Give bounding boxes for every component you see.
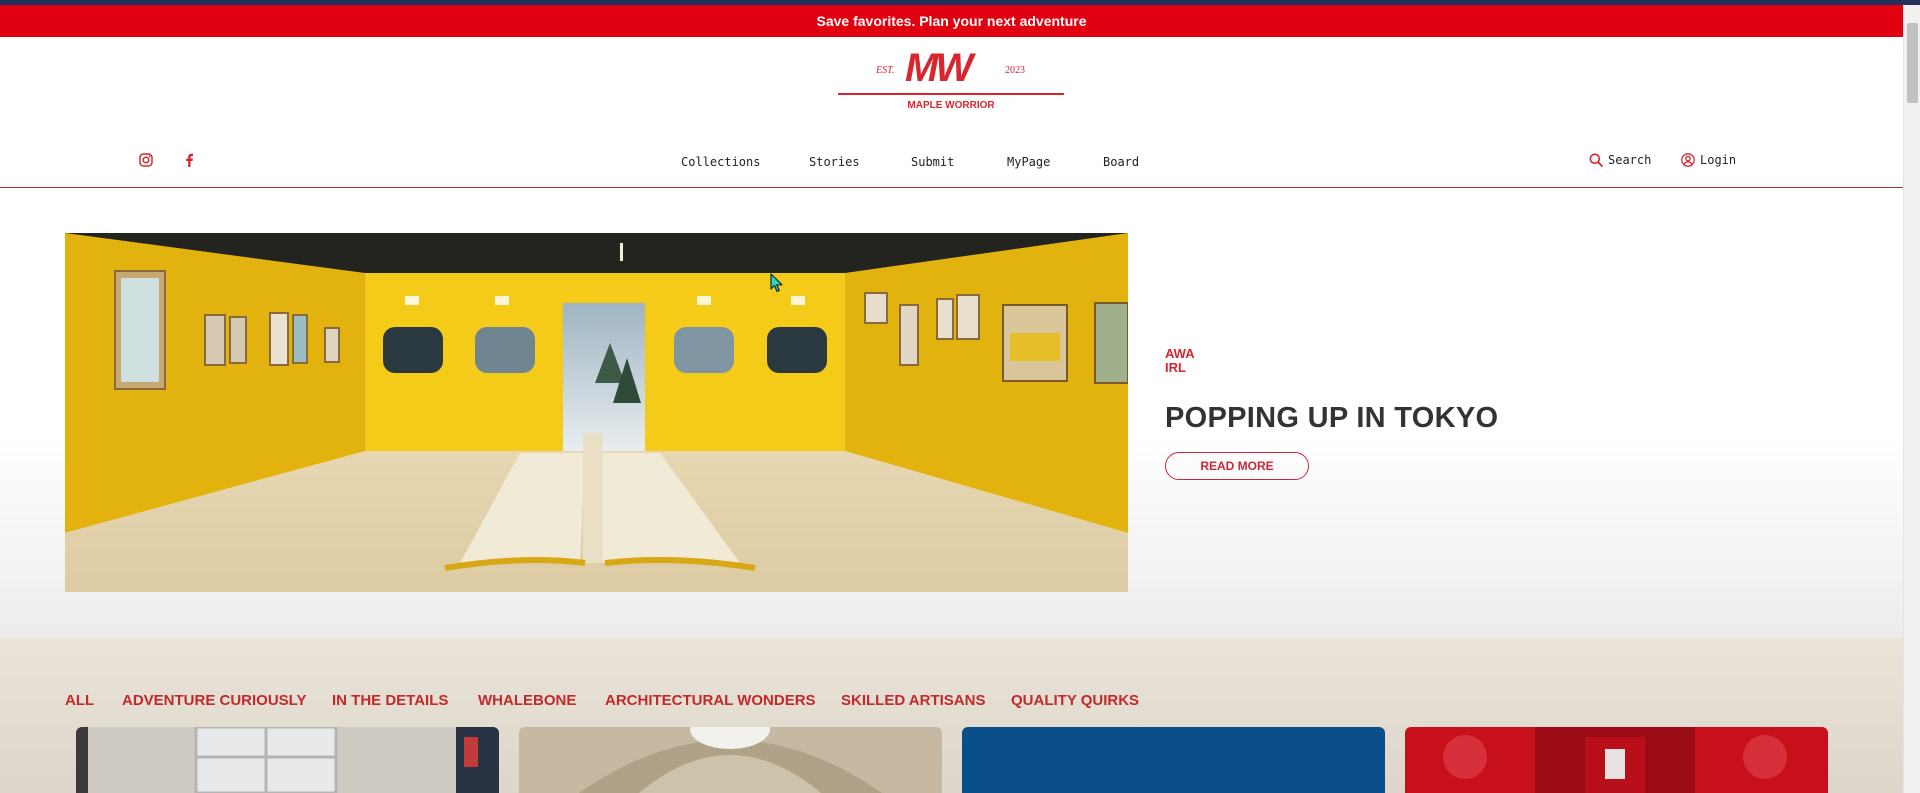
read-more-button[interactable]: READ MORE	[1165, 452, 1309, 480]
nav-collections[interactable]: Collections	[681, 155, 760, 169]
filter-architectural-wonders[interactable]: ARCHITECTURAL WONDERS	[605, 692, 816, 709]
story-card[interactable]	[76, 727, 499, 793]
filter-quality-quirks[interactable]: QUALITY QUIRKS	[1011, 692, 1139, 709]
logo-est: EST.	[876, 65, 895, 76]
facebook-icon[interactable]	[180, 151, 198, 169]
search-icon	[1589, 153, 1603, 167]
site-logo[interactable]: EST. MW 2023 MAPLE WORRIOR	[838, 46, 1064, 116]
nav-stories[interactable]: Stories	[809, 155, 860, 169]
hero-category-line-1: AWA	[1165, 346, 1195, 361]
logo-monogram: MW	[905, 46, 973, 90]
search-button[interactable]: Search	[1589, 153, 1651, 167]
story-card[interactable]	[1405, 727, 1828, 793]
search-label: Search	[1608, 153, 1652, 167]
logo-wordmark: MAPLE WORRIOR	[907, 100, 995, 111]
filter-all[interactable]: ALL	[65, 692, 94, 709]
user-icon	[1681, 153, 1695, 167]
scrollbar-thumb[interactable]	[1907, 23, 1918, 103]
page-scrollbar[interactable]	[1903, 5, 1920, 793]
promo-text: Save favorites. Plan your next adventure	[816, 13, 1087, 29]
filter-adventure-curiously[interactable]: ADVENTURE CURIOUSLY	[122, 692, 306, 709]
logo-year: 2023	[1005, 65, 1025, 76]
promo-banner[interactable]: Save favorites. Plan your next adventure	[0, 5, 1903, 37]
hero-title[interactable]: POPPING UP IN TOKYO	[1165, 402, 1498, 435]
hero-image[interactable]	[65, 233, 1128, 592]
filter-skilled-artisans[interactable]: SKILLED ARTISANS	[841, 692, 985, 709]
story-card[interactable]	[519, 727, 942, 793]
nav-mypage[interactable]: MyPage	[1007, 155, 1050, 169]
filter-in-the-details[interactable]: IN THE DETAILS	[332, 692, 448, 709]
login-label: Login	[1700, 153, 1737, 167]
nav-submit[interactable]: Submit	[911, 155, 954, 169]
logo-mark-row: EST. MW 2023	[838, 46, 1064, 90]
hero-category-line-2: IRL	[1165, 360, 1186, 375]
hero-category[interactable]: AWA IRL	[1165, 347, 1195, 375]
login-button[interactable]: Login	[1681, 153, 1736, 167]
story-card[interactable]	[962, 727, 1385, 793]
logo-divider	[838, 93, 1064, 95]
nav-board[interactable]: Board	[1103, 155, 1139, 169]
filter-whalebone[interactable]: WHALEBONE	[478, 692, 576, 709]
instagram-icon[interactable]	[137, 151, 155, 169]
mouse-cursor-icon	[770, 273, 783, 293]
